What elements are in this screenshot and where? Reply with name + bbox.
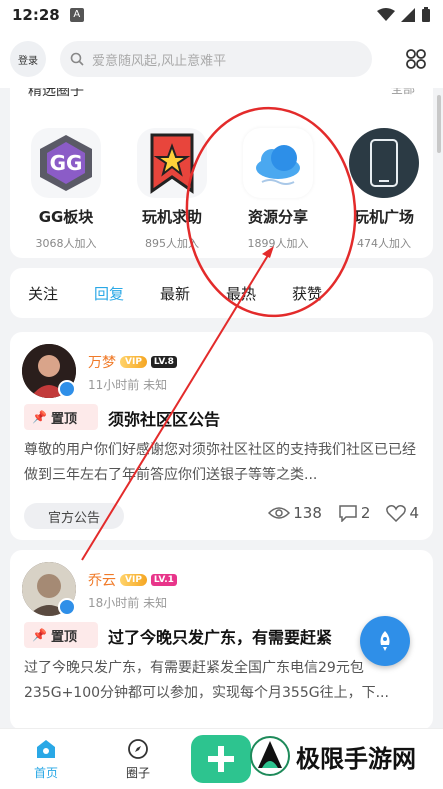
post-tag[interactable]: 官方公告 bbox=[24, 503, 124, 529]
post-card[interactable]: 万梦 VIP LV.8 11小时前 未知 📌 置顶 须弥社区区公告 尊敬的用户你… bbox=[10, 332, 433, 540]
author-line: 乔云 VIP LV.1 bbox=[88, 570, 177, 590]
likes-stat[interactable]: 4 bbox=[386, 504, 419, 522]
nav-home-label: 首页 bbox=[33, 766, 58, 780]
plus-icon bbox=[208, 746, 234, 772]
post-meta: 18小时前 未知 bbox=[88, 596, 168, 610]
watermark: 极限手游网 bbox=[250, 736, 416, 776]
signal-icon bbox=[401, 8, 415, 22]
circle-name: 资源分享 bbox=[247, 208, 308, 226]
post-body[interactable]: 过了今晚只发广东，有需要赶紧发全国广东电信29元包235G+100分钟都可以参加… bbox=[24, 656, 419, 706]
tab-reply[interactable]: 回复 bbox=[94, 283, 160, 304]
level-badge: LV.1 bbox=[150, 574, 177, 586]
level-badge: LV.8 bbox=[150, 356, 177, 368]
verified-badge-icon bbox=[58, 598, 76, 616]
pinned-badge: 📌 置顶 bbox=[24, 622, 98, 648]
circle-count: 1899人加入 bbox=[247, 237, 309, 250]
post-title[interactable]: 过了今晚只发广东，有需要赶紧 bbox=[108, 624, 332, 648]
compass-icon bbox=[128, 739, 148, 759]
likes-count: 4 bbox=[409, 504, 419, 522]
circles-more-link[interactable]: 全部 bbox=[391, 88, 415, 100]
circle-item-square[interactable]: 玩机广场 474人加入 bbox=[336, 128, 432, 251]
post-title[interactable]: 须弥社区区公告 bbox=[108, 406, 220, 430]
watermark-text: 极限手游网 bbox=[296, 744, 416, 773]
author-name[interactable]: 万梦 bbox=[88, 352, 116, 372]
login-button[interactable]: 登录 bbox=[10, 41, 46, 77]
add-post-button[interactable] bbox=[191, 735, 251, 783]
pin-icon: 📌 bbox=[32, 410, 47, 424]
scrollbar[interactable] bbox=[437, 95, 441, 153]
status-bar: 12:28 A bbox=[0, 0, 443, 30]
rocket-icon bbox=[380, 631, 390, 651]
circle-item-help[interactable]: 玩机求助 895人加入 bbox=[124, 128, 220, 251]
circles-header: 精选圈子 全部 bbox=[28, 88, 415, 100]
pin-label: 置顶 bbox=[50, 411, 77, 427]
featured-circles-card: 精选圈子 全部 GG GG板块 3068人加入 玩机求助 895人加入 资源分享… bbox=[10, 88, 433, 258]
post-stats: 138 2 4 bbox=[268, 504, 419, 522]
vip-badge: VIP bbox=[120, 574, 147, 586]
tab-latest[interactable]: 最新 bbox=[160, 283, 226, 304]
pin-icon: 📌 bbox=[32, 628, 47, 642]
circles-header-title: 精选圈子 bbox=[28, 88, 84, 99]
circle-count: 3068人加入 bbox=[35, 237, 97, 250]
circle-item-resources[interactable]: 资源分享 1899人加入 bbox=[230, 128, 326, 251]
verified-badge-icon bbox=[58, 380, 76, 398]
tab-follow[interactable]: 关注 bbox=[28, 283, 94, 304]
heart-icon bbox=[386, 505, 407, 522]
home-icon bbox=[37, 740, 55, 758]
views-count: 138 bbox=[293, 504, 322, 522]
rocket-fab[interactable] bbox=[360, 616, 410, 666]
watermark-logo-icon bbox=[250, 736, 290, 776]
circle-count: 895人加入 bbox=[145, 237, 199, 250]
search-placeholder: 爱意随风起,风止意难平 bbox=[92, 53, 227, 69]
author-line: 万梦 VIP LV.8 bbox=[88, 352, 177, 372]
feed-tabs: 关注 回复 最新 最热 获赞 bbox=[10, 268, 433, 318]
apps-grid-icon[interactable] bbox=[405, 48, 427, 70]
status-time: 12:28 bbox=[12, 6, 60, 24]
battery-icon bbox=[422, 7, 430, 22]
circle-count: 474人加入 bbox=[357, 237, 411, 250]
circle-name: 玩机求助 bbox=[141, 208, 202, 226]
circle-item-gg[interactable]: GG GG板块 3068人加入 bbox=[18, 128, 114, 251]
top-bar: 登录 爱意随风起,风止意难平 bbox=[0, 30, 443, 88]
status-icons bbox=[377, 7, 431, 23]
notification-app-icon: A bbox=[69, 8, 84, 22]
tab-liked[interactable]: 获赞 bbox=[292, 283, 358, 304]
gg-board-icon: GG bbox=[31, 128, 101, 198]
author-name[interactable]: 乔云 bbox=[88, 570, 116, 590]
tab-hot[interactable]: 最热 bbox=[226, 283, 292, 304]
post-meta: 11小时前 未知 bbox=[88, 378, 168, 392]
wifi-icon bbox=[377, 8, 395, 21]
comments-stat[interactable]: 2 bbox=[338, 504, 371, 522]
eye-icon bbox=[268, 507, 291, 519]
search-icon bbox=[70, 52, 84, 66]
bookmark-star-icon bbox=[137, 128, 207, 198]
phone-icon bbox=[349, 128, 419, 198]
search-input[interactable]: 爱意随风起,风止意难平 bbox=[60, 41, 372, 77]
vip-badge: VIP bbox=[120, 356, 147, 368]
nav-circle[interactable]: 圈子 bbox=[108, 737, 168, 781]
circle-name: 玩机广场 bbox=[353, 208, 414, 226]
svg-text:GG: GG bbox=[50, 151, 83, 175]
comments-count: 2 bbox=[360, 504, 371, 522]
cloud-icon bbox=[243, 128, 313, 198]
post-body[interactable]: 尊敬的用户你们好感谢您对须弥社区社区的支持我们社区已已经做到三年左右了年前答应你… bbox=[24, 438, 419, 488]
pin-label: 置顶 bbox=[50, 629, 77, 645]
nav-circle-label: 圈子 bbox=[125, 766, 150, 780]
comment-icon bbox=[339, 505, 357, 522]
nav-home[interactable]: 首页 bbox=[16, 737, 76, 781]
pinned-badge: 📌 置顶 bbox=[24, 404, 98, 430]
views-stat: 138 bbox=[268, 504, 322, 522]
circle-name: GG板块 bbox=[38, 208, 94, 226]
